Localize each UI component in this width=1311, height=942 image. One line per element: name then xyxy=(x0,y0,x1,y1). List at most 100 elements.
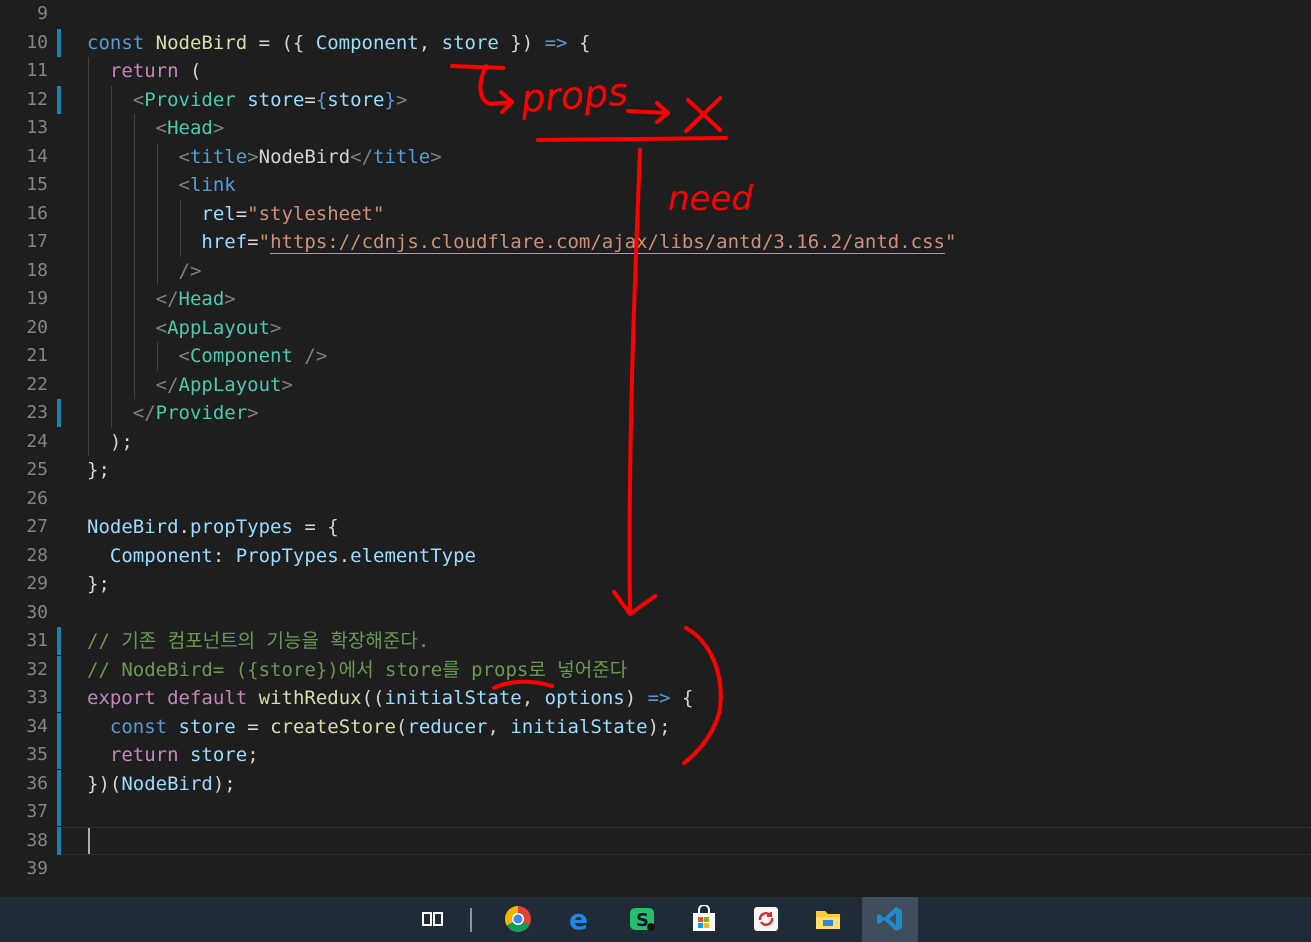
line-number: 28 xyxy=(26,544,48,566)
code-line[interactable]: 11 return ( xyxy=(0,57,1311,85)
code-line[interactable]: 27 NodeBird.propTypes = { xyxy=(0,513,1311,541)
line-number: 32 xyxy=(26,658,48,680)
line-number: 37 xyxy=(26,801,48,822)
code-line[interactable]: 26 xyxy=(0,485,1311,513)
line-number: 35 xyxy=(26,744,48,765)
code-token[interactable]: https://cdnjs.cloudflare.com/ajax/libs/a… xyxy=(270,231,945,254)
line-number: 21 xyxy=(26,345,48,366)
code-editor[interactable]: 9 10 const NodeBird = ({ Component, store … xyxy=(0,0,1311,897)
line-number: 24 xyxy=(26,430,48,452)
line-number: 25 xyxy=(26,459,48,480)
code-token: // 기존 컴포넌트의 기능을 확장해준다. xyxy=(87,630,430,652)
code-line[interactable]: 14 <title>NodeBird</title> xyxy=(0,143,1311,171)
git-change-marker xyxy=(57,798,61,826)
line-number: 9 xyxy=(37,3,48,24)
code-text: const store = createStore(reducer, initi… xyxy=(87,713,671,741)
code-line[interactable]: 34 const store = createStore(reducer, in… xyxy=(0,712,1311,741)
code-token: </ xyxy=(350,145,374,168)
code-token: initialState xyxy=(510,715,648,738)
code-token: = xyxy=(304,88,316,111)
code-line[interactable]: 13 <Head> xyxy=(0,114,1311,142)
code-token: store xyxy=(247,88,305,111)
code-line[interactable]: 9 xyxy=(0,0,1311,28)
code-token: NodeBird xyxy=(258,145,351,168)
vscode-button[interactable] xyxy=(862,897,918,942)
code-line[interactable]: 33 export default withRedux((initialState… xyxy=(0,684,1311,712)
code-token: { xyxy=(315,88,328,111)
line-number: 18 xyxy=(26,259,48,281)
line-number: 34 xyxy=(26,715,48,737)
code-line[interactable]: 17 href="https://cdnjs.cloudflare.com/aj… xyxy=(0,228,1311,256)
code-line[interactable]: 15 <link xyxy=(0,171,1311,199)
code-token: < xyxy=(178,174,190,196)
code-line[interactable]: 32 // NodeBird= ({store})에서 store를 props로… xyxy=(0,655,1311,684)
code-line[interactable]: 37 xyxy=(0,798,1311,826)
code-token: link xyxy=(189,174,236,196)
code-token: . xyxy=(338,544,351,567)
indent-guide xyxy=(134,114,135,399)
code-line[interactable]: 30 xyxy=(0,599,1311,627)
code-text: <Provider store={store}> xyxy=(87,86,408,114)
line-number: 33 xyxy=(26,687,48,708)
code-text: // 기존 컴포넌트의 기능을 확장해준다. xyxy=(87,627,429,655)
code-token: > xyxy=(281,373,293,396)
code-token: store xyxy=(189,744,248,766)
code-line[interactable]: 23 </Provider> xyxy=(0,399,1311,427)
code-token: { xyxy=(567,31,591,54)
git-change-marker xyxy=(57,712,61,741)
git-change-marker xyxy=(57,85,61,114)
line-number: 19 xyxy=(26,288,48,309)
taskbar-divider xyxy=(470,908,472,932)
code-line[interactable]: 39 xyxy=(0,855,1311,883)
code-line[interactable]: 19 </Head> xyxy=(0,285,1311,313)
code-line[interactable]: 12 <Provider store={store}> xyxy=(0,85,1311,114)
store-button[interactable] xyxy=(676,897,732,942)
code-line[interactable]: 35 return store; xyxy=(0,741,1311,769)
code-line[interactable]: 38 xyxy=(0,826,1311,855)
sync-app-button[interactable] xyxy=(738,897,794,942)
code-token: // NodeBird= ({store})에서 store를 props로 넣… xyxy=(87,658,628,681)
code-line[interactable]: 18 /> xyxy=(0,257,1311,285)
code-line[interactable]: 29}; xyxy=(0,570,1311,598)
edge-button[interactable]: e xyxy=(552,897,608,942)
line-number: 27 xyxy=(26,516,48,537)
app-s-button[interactable]: S xyxy=(614,897,670,942)
line-number: 16 xyxy=(26,202,48,224)
chrome-button[interactable] xyxy=(490,897,546,942)
code-token: ( xyxy=(395,715,408,738)
task-view-button[interactable] xyxy=(405,897,461,942)
code-line[interactable]: 31 // 기존 컴포넌트의 기능을 확장해준다. xyxy=(0,627,1311,655)
code-line[interactable]: 22 </AppLayout> xyxy=(0,371,1311,399)
line-number: 11 xyxy=(26,60,48,81)
code-token: Component xyxy=(109,544,213,567)
code-line[interactable]: 20 <AppLayout> xyxy=(0,314,1311,342)
code-token: title xyxy=(189,145,248,168)
code-token: " xyxy=(944,231,957,253)
code-token: . xyxy=(178,516,190,538)
code-token: elementType xyxy=(350,544,476,567)
code-token: const xyxy=(109,715,168,738)
line-number: 22 xyxy=(26,373,48,395)
indent-guide xyxy=(157,342,158,371)
svg-text:e: e xyxy=(569,905,588,933)
file-explorer-button[interactable] xyxy=(800,897,856,942)
indent-guide xyxy=(157,142,158,285)
code-line[interactable]: 28 Component: PropTypes.elementType xyxy=(0,542,1311,570)
code-line[interactable]: 36})(NodeBird); xyxy=(0,769,1311,798)
text-cursor xyxy=(88,827,90,854)
git-change-marker xyxy=(57,769,61,798)
code-token: store xyxy=(441,31,499,54)
code-line[interactable]: 25}; xyxy=(0,456,1311,484)
code-line[interactable]: 21 <Component /> xyxy=(0,342,1311,370)
code-token: ) xyxy=(624,687,648,709)
code-line[interactable]: 16 rel="stylesheet" xyxy=(0,200,1311,228)
code-token: Head xyxy=(167,117,213,139)
code-line[interactable]: 24 ); xyxy=(0,428,1311,456)
code-line[interactable]: 10 const NodeBird = ({ Component, store }… xyxy=(0,28,1311,57)
